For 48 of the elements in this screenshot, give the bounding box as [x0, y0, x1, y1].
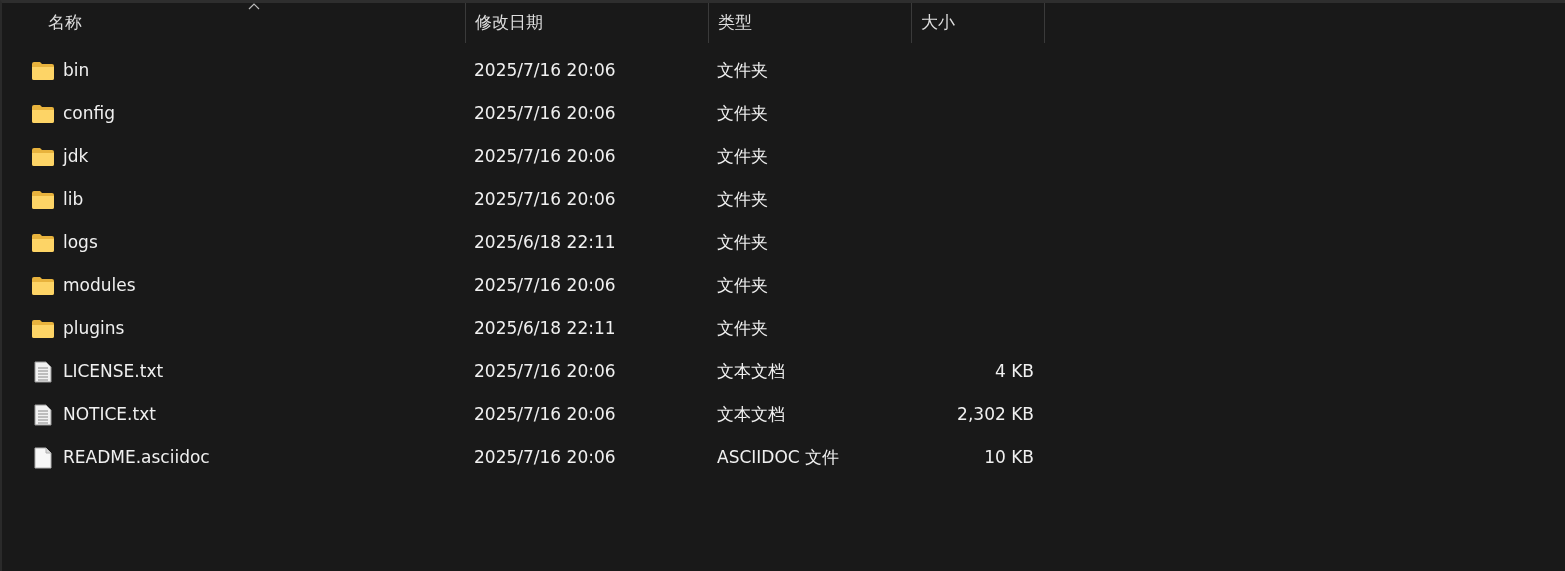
modified-date: 2025/7/16 20:06: [474, 102, 616, 123]
file-name[interactable]: config: [63, 100, 116, 127]
column-header[interactable]: 大小: [911, 3, 1045, 43]
column-header[interactable]: 类型: [708, 3, 911, 43]
text-document-icon: [34, 403, 52, 426]
column-header[interactable]: 修改日期: [465, 3, 708, 43]
folder-icon: [32, 104, 54, 123]
modified-date: 2025/7/16 20:06: [474, 59, 616, 80]
file-type: 文件夹: [717, 59, 768, 80]
modified-date: 2025/7/16 20:06: [474, 188, 616, 209]
file-name[interactable]: README.asciidoc: [63, 444, 210, 471]
file-name[interactable]: NOTICE.txt: [63, 401, 156, 428]
file-name[interactable]: plugins: [63, 315, 125, 342]
file-type: ASCIIDOC 文件: [717, 446, 840, 467]
file-type: 文本文档: [717, 360, 785, 381]
file-type: 文件夹: [717, 188, 768, 209]
file-type: 文件夹: [717, 317, 768, 338]
folder-icon: [32, 319, 54, 338]
modified-date: 2025/7/16 20:06: [474, 274, 616, 295]
file-type: 文件夹: [717, 145, 768, 166]
folder-icon: [32, 61, 54, 80]
folder-icon: [32, 190, 54, 209]
modified-date: 2025/6/18 22:11: [474, 317, 616, 338]
file-type: 文件夹: [717, 274, 768, 295]
modified-date: 2025/7/16 20:06: [474, 145, 616, 166]
file-size: 10 KB: [984, 445, 1034, 469]
modified-date: 2025/7/16 20:06: [474, 403, 616, 424]
file-name[interactable]: lib: [63, 186, 84, 213]
modified-date: 2025/7/16 20:06: [474, 446, 616, 467]
modified-date: 2025/6/18 22:11: [474, 231, 616, 252]
document-icon: [34, 446, 52, 469]
text-document-icon: [34, 360, 52, 383]
file-name[interactable]: jdk: [63, 143, 89, 170]
file-size: 2,302 KB: [957, 402, 1034, 426]
file-type: 文件夹: [717, 231, 768, 252]
file-name[interactable]: logs: [63, 229, 98, 256]
file-type: 文件夹: [717, 102, 768, 123]
file-name[interactable]: bin: [63, 57, 90, 84]
file-name[interactable]: modules: [63, 272, 136, 299]
file-size: 4 KB: [994, 359, 1034, 383]
folder-icon: [32, 233, 54, 252]
folder-icon: [32, 147, 54, 166]
folder-icon: [32, 276, 54, 295]
file-type: 文本文档: [717, 403, 785, 424]
file-name[interactable]: LICENSE.txt: [63, 358, 164, 385]
modified-date: 2025/7/16 20:06: [474, 360, 616, 381]
column-header[interactable]: 名称: [2, 3, 465, 43]
sort-ascending-icon: [247, 3, 260, 10]
